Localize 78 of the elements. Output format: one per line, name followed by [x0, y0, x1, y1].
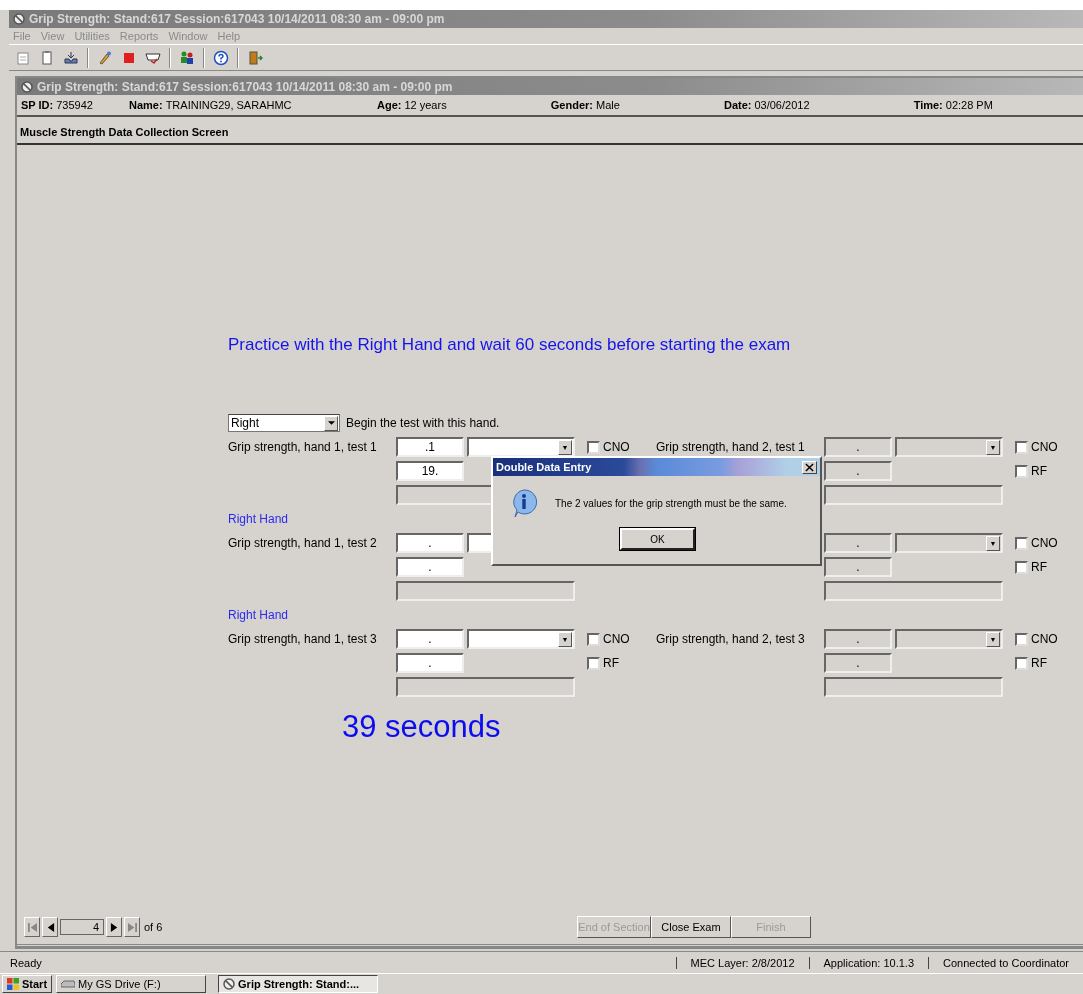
info-label: SP ID:: [21, 99, 54, 111]
info-value: 735942: [56, 99, 93, 111]
left-arrow-icon: [45, 921, 55, 933]
right-arrow-icon: [109, 921, 119, 933]
checkbox[interactable]: [587, 656, 600, 670]
info-value: Male: [595, 99, 620, 111]
last-page-icon: [127, 921, 137, 933]
info-label: Age:: [377, 99, 402, 111]
hand-dropdown[interactable]: Right: [228, 414, 340, 432]
info-label: Gender:: [550, 99, 593, 111]
previous-page-button[interactable]: [42, 917, 58, 937]
checkbox-label: RF: [603, 656, 619, 670]
checkbox-label: CNO: [1031, 536, 1058, 550]
checkbox[interactable]: [587, 440, 600, 454]
door-icon[interactable]: [247, 49, 263, 66]
last-page-button[interactable]: [124, 917, 140, 937]
first-page-icon: [27, 921, 37, 933]
people-icon[interactable]: [179, 49, 195, 66]
checkbox-label: CNO: [603, 632, 630, 646]
exam-button[interactable]: Close Exam: [651, 916, 731, 938]
field-label: Grip strength, hand 1, test 3: [228, 632, 378, 646]
value-field[interactable]: .: [396, 629, 464, 649]
info-label: Time:: [913, 99, 943, 111]
caret-icon: [324, 415, 338, 431]
close-button[interactable]: [802, 460, 817, 474]
value-field[interactable]: .1: [396, 437, 464, 457]
value-field[interactable]: .: [396, 533, 464, 553]
info-value: 03/06/2012: [754, 99, 810, 111]
field-label: Grip strength, hand 2, test 1: [656, 440, 806, 454]
taskbar-button[interactable]: My GS Drive (F:): [56, 975, 207, 993]
status-panel: Application: 10.1.3: [808, 956, 929, 969]
status-panel: Connected to Coordinator: [928, 956, 1083, 969]
instruction-text: Practice with the Right Hand and wait 60 seconds before starting the exam: [228, 335, 792, 356]
help-icon[interactable]: [213, 49, 229, 66]
field-label: Grip strength, hand 1, test 1: [228, 440, 378, 454]
checkbox-label: CNO: [603, 440, 630, 454]
hand-caption: Right Hand: [228, 512, 289, 526]
info-label: Date:: [723, 99, 752, 111]
dialog-message: The 2 values for the grip strength must be the same.: [555, 497, 787, 509]
window-title: Grip Strength: Stand:617 Session:617043 10/14/2011 08:30 am - 09:00 pm: [29, 12, 445, 26]
dialog-title: Double Data Entry: [496, 461, 592, 473]
taskbar-button[interactable]: Grip Strength: Stand:...: [218, 975, 379, 993]
no-entry-icon: [223, 978, 236, 990]
flag-icon: [7, 978, 19, 990]
checkbox-label: RF: [1031, 464, 1047, 478]
inbox-icon[interactable]: [63, 49, 79, 66]
value-field[interactable]: 19.: [396, 461, 464, 481]
no-entry-icon: [13, 13, 25, 25]
checkbox-label: CNO: [1031, 632, 1058, 646]
status-panel: MEC Layer: 2/8/2012: [675, 956, 809, 969]
info-label: Name:: [129, 99, 163, 111]
field-label: Grip strength, hand 2, test 3: [656, 632, 806, 646]
checkbox-label: RF: [1031, 656, 1047, 670]
value-field[interactable]: .: [396, 557, 464, 577]
window-title: Grip Strength: Stand:617 Session:617043 10/14/2011 08:30 am - 09:00 pm: [37, 79, 453, 94]
page-field[interactable]: 4: [60, 919, 104, 935]
brush-icon[interactable]: [97, 49, 113, 66]
section-title: Muscle Strength Data Collection Screen: [20, 126, 229, 138]
clipboard-icon[interactable]: [39, 49, 55, 66]
info-value: 02:28 PM: [945, 99, 993, 111]
next-page-button[interactable]: [106, 917, 122, 937]
checkbox-label: CNO: [1031, 440, 1058, 454]
page-count: of 6: [144, 921, 163, 933]
timer-text: 39 seconds: [342, 709, 502, 745]
hand-caption: Right Hand: [228, 608, 289, 622]
first-page-button[interactable]: [24, 917, 40, 937]
ok-button[interactable]: OK: [620, 528, 695, 550]
value-field[interactable]: .: [396, 653, 464, 673]
no-entry-icon: [21, 80, 33, 93]
info-value: 12 years: [404, 99, 447, 111]
info-value: TRAINING29, SARAHMC: [165, 99, 292, 111]
status-text: Ready: [10, 956, 43, 969]
start-button[interactable]: Start: [2, 975, 53, 993]
hint-text: Begin the test with this hand.: [346, 416, 500, 430]
checkbox-label: RF: [1031, 560, 1047, 574]
checkbox[interactable]: [587, 632, 600, 646]
drive-icon: [61, 980, 76, 988]
field-label: Grip strength, hand 1, test 2: [228, 536, 378, 550]
